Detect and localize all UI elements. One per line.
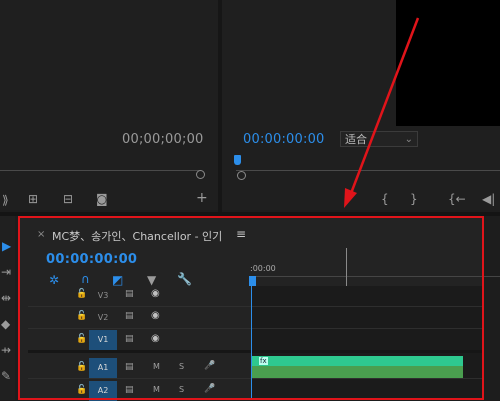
annotation-arrow: [344, 17, 420, 208]
